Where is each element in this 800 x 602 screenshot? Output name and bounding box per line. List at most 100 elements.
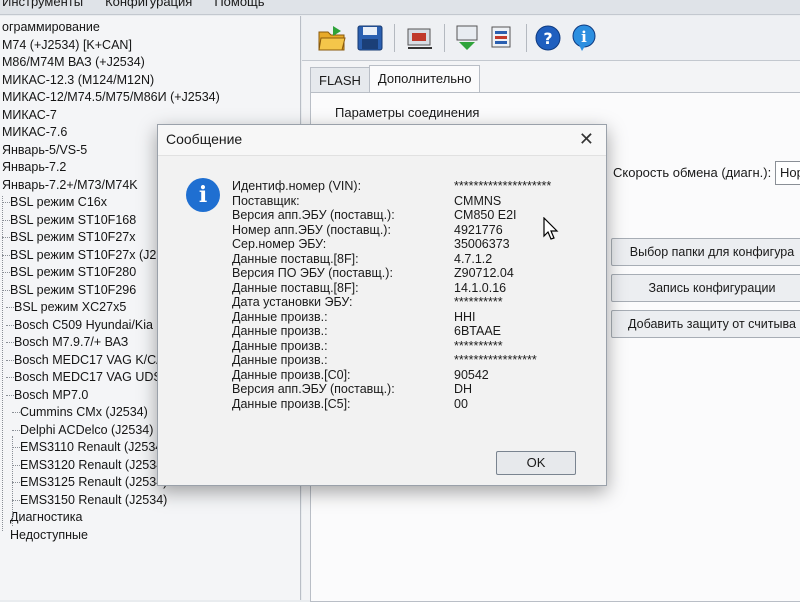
tree-item[interactable]: МИКАС-12.3 (M124/M12N): [2, 71, 154, 89]
info-row-value: CM850 E2I: [454, 208, 517, 222]
ecu-transfer-icon: [456, 25, 478, 50]
ecu-config-button[interactable]: [486, 22, 518, 54]
info-row-label: Сер.номер ЭБУ:: [232, 237, 327, 251]
tree-item[interactable]: BSL режим ST10F296: [10, 281, 136, 299]
info-row-value: CMMNS: [454, 193, 502, 208]
tree-item[interactable]: Январь-7.2: [2, 158, 66, 176]
help-button[interactable]: ?: [532, 22, 564, 54]
select-config-folder-button[interactable]: Выбор папки для конфигура: [611, 238, 800, 266]
tab-flash[interactable]: FLASH: [310, 67, 370, 94]
floppy-disk-icon: [357, 25, 383, 51]
help-icon: ?: [535, 25, 561, 51]
svg-text:?: ?: [543, 29, 552, 48]
info-row-label: Номер апп.ЭБУ (поставщ.):: [232, 222, 391, 237]
tree-item[interactable]: ограммирование: [2, 18, 100, 36]
info-row-value: **********: [454, 338, 503, 353]
info-row-value: 4921776: [454, 222, 503, 237]
menu-bar: Инструменты Конфигурация Помощь: [0, 0, 800, 15]
tree-item[interactable]: EMS3125 Renault (J2534): [20, 473, 167, 491]
tree-item[interactable]: МИКАС-7.6: [2, 123, 67, 141]
info-balloon-icon: i: [572, 24, 596, 51]
info-row-label: Версия апп.ЭБУ (поставщ.):: [232, 382, 395, 396]
write-config-button[interactable]: Запись конфигурации: [611, 274, 800, 302]
tab-strip: FLASH Дополнительно: [310, 65, 481, 94]
info-row-value: ********************: [454, 179, 552, 193]
menu-item-configuration[interactable]: Конфигурация: [105, 0, 192, 14]
tree-item[interactable]: Cummins CMx (J2534): [20, 403, 148, 421]
dialog-body: i OK Идентиф.номер (VIN): ***************…: [158, 156, 606, 485]
ecu-read-button[interactable]: [404, 22, 436, 54]
dialog-titlebar: Сообщение ✕: [158, 125, 606, 156]
tree-item[interactable]: Bosch C509 Hyundai/Kia: [14, 316, 153, 334]
open-folder-button[interactable]: [316, 22, 348, 54]
info-row-label: Версия апп.ЭБУ (поставщ.):: [232, 208, 395, 222]
menu-item-help[interactable]: Помощь: [214, 0, 264, 14]
tree-item[interactable]: BSL режим ST10F280: [10, 263, 136, 281]
info-icon: i: [186, 178, 220, 212]
tree-item[interactable]: EMS3110 Renault (J2534): [20, 438, 166, 456]
tree-item[interactable]: МИКАС-7: [2, 106, 57, 124]
ecu-transfer-button[interactable]: [452, 22, 484, 54]
ecu-config-icon: [491, 26, 511, 48]
info-row-value: 35006373: [454, 237, 510, 251]
tree-item[interactable]: BSL режим XC27x5: [14, 298, 126, 316]
info-row-label: Данные произв.:: [232, 353, 328, 367]
open-folder-icon: [318, 26, 346, 51]
tree-item[interactable]: Январь-7.2+/M73/M74K: [2, 176, 138, 194]
info-row-value: 6BTAAE: [454, 324, 502, 338]
info-row-value: 4.7.1.2: [454, 251, 493, 266]
speed-label: Скорость обмена (диагн.):: [613, 165, 772, 180]
info-button[interactable]: i: [568, 22, 600, 54]
info-row-value: 90542: [454, 367, 489, 382]
tab-additional[interactable]: Дополнительно: [368, 65, 481, 94]
add-read-protection-button[interactable]: Добавить защиту от считыва: [611, 310, 800, 338]
info-row-label: Данные произв.:: [232, 324, 328, 338]
dialog-title: Сообщение: [166, 131, 243, 147]
tree-item[interactable]: Delphi ACDelco (J2534): [20, 421, 153, 439]
tree-item[interactable]: M86/M74M ВАЗ (+J2534): [2, 53, 145, 71]
mouse-cursor-icon: [543, 217, 559, 240]
tree-item[interactable]: Bosch M7.9.7/+ ВАЗ: [14, 333, 128, 351]
info-row-label: Поставщик:: [232, 193, 300, 208]
ok-button[interactable]: OK: [496, 451, 576, 475]
info-row-value: 00: [454, 396, 468, 411]
info-row-label: Идентиф.номер (VIN):: [232, 179, 362, 193]
close-icon[interactable]: ✕: [579, 129, 594, 150]
tree-item[interactable]: Bosch MEDC17 VAG UDS (J: [14, 368, 176, 386]
info-row-label: Данные поставщ.[8F]:: [232, 280, 359, 295]
tree-item[interactable]: M74 (+J2534) [K+CAN]: [2, 36, 132, 54]
connection-params-title: Параметры соединения: [335, 105, 480, 120]
tree-item[interactable]: Диагностика: [10, 508, 82, 526]
menu-item-tools[interactable]: Инструменты: [2, 0, 83, 14]
tree-item[interactable]: BSL режим ST10F27x: [10, 228, 135, 246]
tree-item[interactable]: BSL режим ST10F27x (J25: [10, 246, 163, 264]
message-dialog: Сообщение ✕ i OK Идентиф.номер (VIN): ***…: [157, 124, 607, 486]
info-row-value: 14.1.0.16: [454, 280, 507, 295]
tree-item[interactable]: BSL режим ST10F168: [10, 211, 136, 229]
svg-text:i: i: [581, 28, 587, 46]
info-row-value: HHI: [454, 309, 476, 324]
info-row-label: Дата установки ЭБУ:: [232, 295, 353, 309]
info-row-value: DH: [454, 382, 473, 396]
info-row-label: Данные произв.:: [232, 338, 328, 353]
info-row-value: Z90712.04: [454, 266, 514, 280]
info-row-label: Версия ПО ЭБУ (поставщ.):: [232, 266, 393, 280]
save-button[interactable]: [354, 22, 386, 54]
info-row-label: Данные произв.[C5]:: [232, 396, 351, 411]
tree-item[interactable]: МИКАС-12/M74.5/M75/M86И (+J2534): [2, 88, 220, 106]
info-row-label: Данные произв.:: [232, 309, 328, 324]
info-row-label: Данные произв.[C0]:: [232, 367, 351, 382]
tree-item[interactable]: EMS3120 Renault (J2534): [20, 456, 167, 474]
speed-select[interactable]: Норм: [775, 161, 800, 185]
toolbar: ? i: [302, 16, 800, 61]
tree-item[interactable]: Январь-5/VS-5: [2, 141, 87, 159]
tree-item[interactable]: Bosch MEDC17 VAG K/CAN: [14, 351, 174, 369]
ecu-chip-icon: [407, 28, 432, 49]
info-row-value: **********: [454, 295, 503, 309]
tree-item[interactable]: Bosch MP7.0: [14, 386, 88, 404]
info-row-label: Данные поставщ.[8F]:: [232, 251, 359, 266]
tree-item[interactable]: Недоступные: [10, 526, 88, 544]
info-row-value: *****************: [454, 353, 537, 367]
tree-item[interactable]: BSL режим C16x: [10, 193, 107, 211]
tree-item[interactable]: EMS3150 Renault (J2534): [20, 491, 167, 509]
